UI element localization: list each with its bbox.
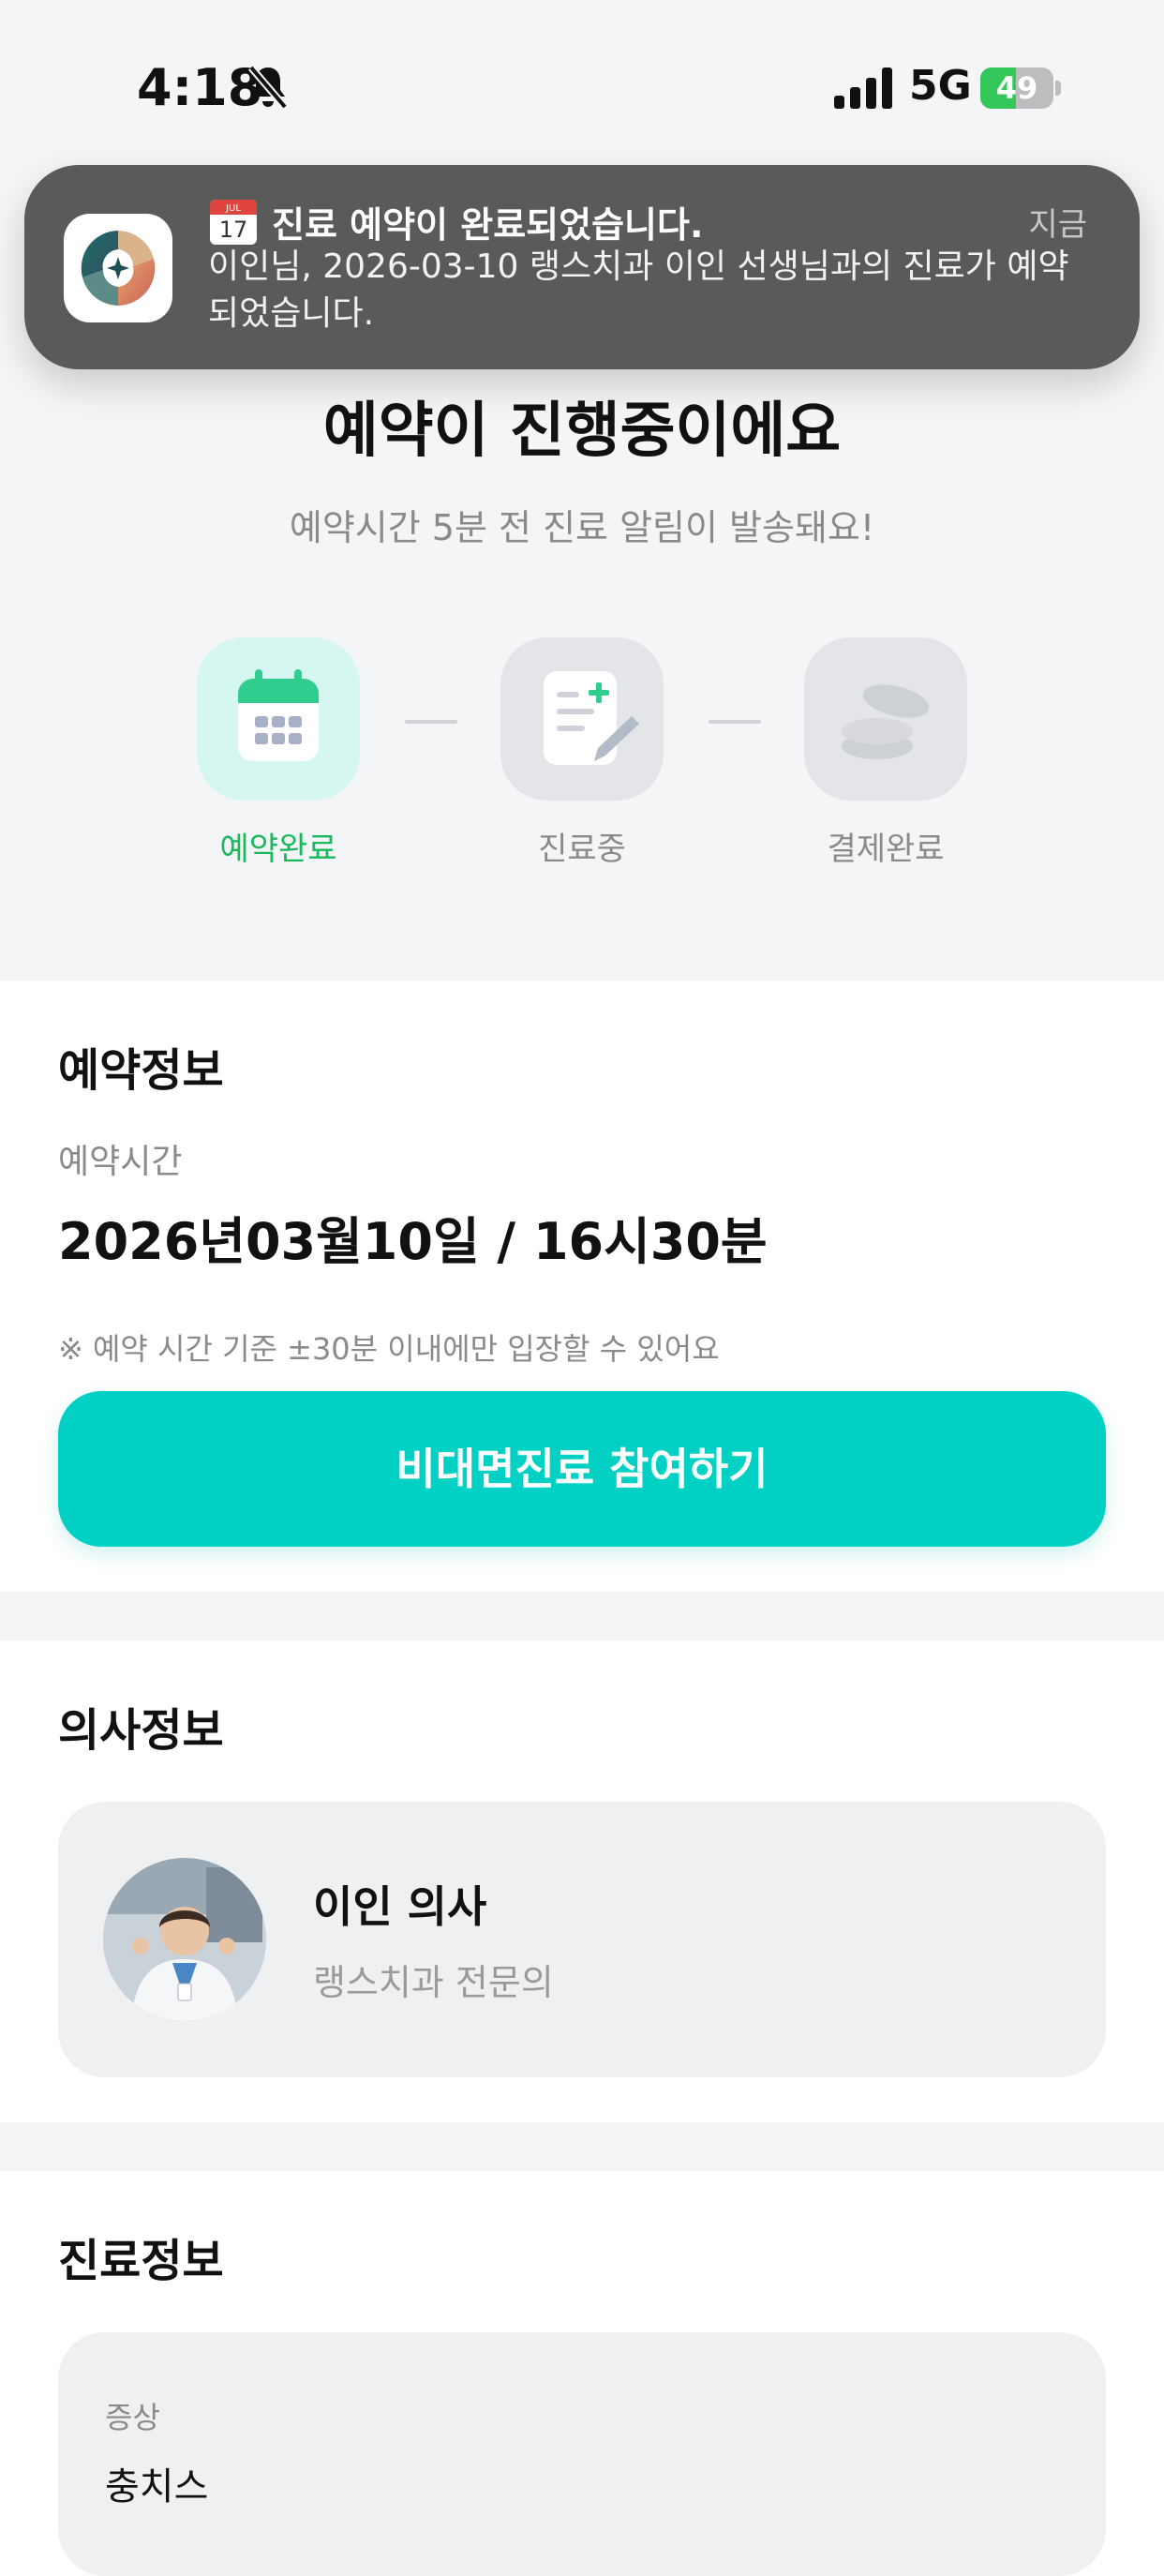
medical-note-icon <box>544 671 639 765</box>
notification-title: 진료 예약이 완료되었습니다. <box>272 203 704 246</box>
doctor-section-title: 의사정보 <box>58 1704 224 1757</box>
svg-text:17: 17 <box>219 217 248 243</box>
doctor-name: 이인 의사 <box>313 1881 487 1932</box>
step-icon-box <box>197 637 360 801</box>
status-time: 4:18 <box>137 58 263 117</box>
reservation-time-label: 예약시간 <box>58 1143 183 1181</box>
app-logo-icon <box>64 214 172 322</box>
page-title: 예약이 진행중이에요 <box>322 397 842 466</box>
bell-off-icon <box>246 64 291 111</box>
step-connector <box>709 720 761 724</box>
calendar-emoji-icon: JUL 17 <box>208 196 259 247</box>
step-reservation-complete: 예약완료 <box>150 637 375 872</box>
step-label: 예약완료 <box>219 831 337 868</box>
step-in-treatment: 진료중 <box>454 637 679 872</box>
step-icon-box <box>500 637 664 801</box>
section-divider <box>0 1592 1164 1640</box>
calendar-icon <box>238 669 319 761</box>
status-bar: 4:18 5G 49 <box>0 0 1164 169</box>
doctor-specialty: 랭스치과 전문의 <box>313 1962 554 2003</box>
push-notification[interactable]: JUL 17 진료 예약이 완료되었습니다. 지금 이인님, 2026-03-1… <box>24 165 1140 369</box>
step-label: 진료중 <box>538 831 626 868</box>
reservation-time-value: 2026년03월10일 / 16시30분 <box>58 1212 768 1271</box>
step-connector <box>405 720 457 724</box>
step-payment-complete: 결제완료 <box>757 637 982 872</box>
step-label: 결제완료 <box>827 831 945 868</box>
notification-body: 이인님, 2026-03-10 랭스치과 이인 선생님과의 진료가 예약되었습니… <box>208 247 1069 333</box>
notification-time: 지금 <box>1028 206 1087 244</box>
treatment-info-card: 증상 충치스 <box>58 2332 1106 2576</box>
doctor-avatar <box>103 1858 266 2021</box>
step-icon-box <box>804 637 967 801</box>
section-divider <box>0 2122 1164 2171</box>
coins-icon <box>842 684 930 759</box>
svg-text:JUL: JUL <box>225 203 241 214</box>
doctor-card[interactable]: 이인 의사 랭스치과 전문의 <box>58 1802 1106 2077</box>
symptom-label: 증상 <box>105 2400 160 2435</box>
reservation-section-title: 예약정보 <box>58 1044 224 1097</box>
join-telemedicine-button[interactable]: 비대면진료 참여하기 <box>58 1391 1106 1547</box>
page-subtitle: 예약시간 5분 전 진료 알림이 발송돼요! <box>289 507 875 548</box>
notification-title-row: JUL 17 진료 예약이 완료되었습니다. <box>208 193 703 249</box>
network-type: 5G <box>909 62 972 110</box>
symptom-value: 충치스 <box>105 2465 209 2509</box>
entry-window-note: ※ 예약 시간 기준 ±30분 이내에만 입장할 수 있어요 <box>58 1331 720 1367</box>
battery-percent: 49 <box>995 70 1038 106</box>
signal-strength-icon <box>834 67 892 109</box>
battery-icon: 49 <box>980 67 1061 109</box>
treatment-section-title: 진료정보 <box>58 2235 224 2287</box>
